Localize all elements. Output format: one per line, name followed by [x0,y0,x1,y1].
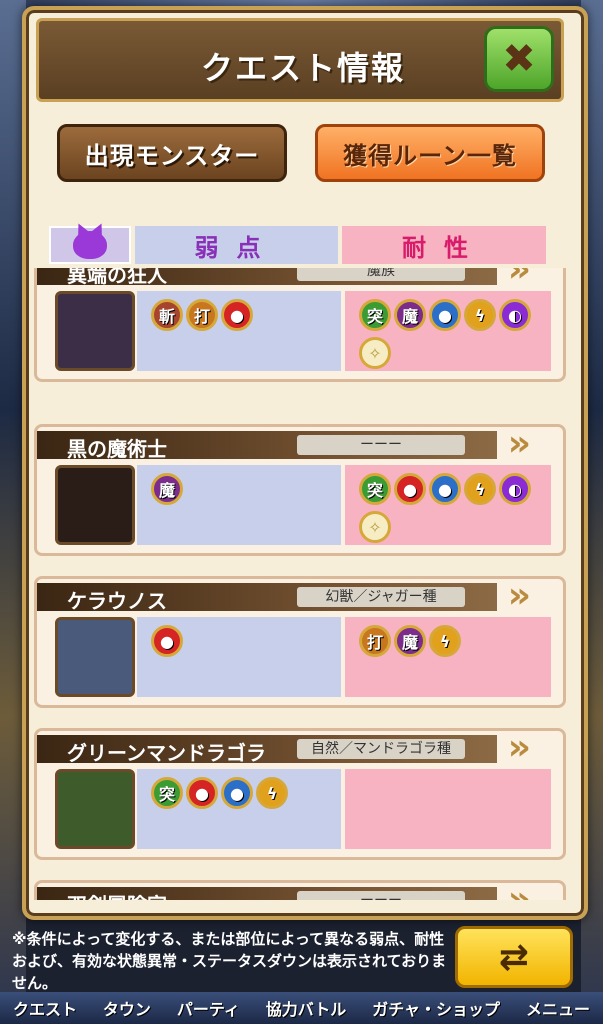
slash-attribute-icon: 斬 [151,299,183,331]
monster-portrait[interactable] [55,291,135,371]
fire-attribute-icon: ● [151,625,183,657]
tab-rune-list[interactable]: 獲得ルーン一覧 [315,124,545,182]
monster-type-badge: 自然／マンドラゴラ種 [297,739,465,759]
nav-item[interactable]: クエスト [13,996,77,1020]
light-attribute-icon: ✧ [359,337,391,369]
dark-attribute-icon: ◐ [499,473,531,505]
monster-name: 双剣冒険家 [67,889,167,900]
fire-attribute-icon: ● [394,473,426,505]
resist-area: 突魔 ● ϟ ◐ ✧ [345,291,551,371]
bottom-navigation: クエスト タウン パーティ 協力バトル ガチャ・ショップ メニュー [0,992,603,1024]
light-attribute-icon: ✧ [359,511,391,543]
monster-card-header: 双剣冒険家 ーーー [37,879,531,900]
dark-attribute-icon: ◐ [499,299,531,331]
resist-area [345,769,551,849]
thunder-attribute-icon: ϟ [464,299,496,331]
monster-type-badge: ーーー [297,891,465,900]
monster-card-header: グリーンマンドラゴラ 自然／マンドラゴラ種 [37,727,531,768]
monster-card-header: 異端の狂人 魔族 [37,268,531,290]
blunt-attribute-icon: 打 [186,299,218,331]
nav-item[interactable]: ガチャ・ショップ [372,996,500,1020]
monster-portrait[interactable] [55,465,135,545]
water-attribute-icon: ● [429,473,461,505]
monster-portrait[interactable] [55,769,135,849]
nav-item[interactable]: タウン [103,996,151,1020]
weak-column-header: 弱点 [135,226,338,264]
footer-note: ※条件によって変化する、または部位によって異なる弱点、耐性および、有効な状態異常… [12,930,447,992]
resist-column-header: 耐性 [342,226,546,264]
swap-button[interactable]: ⇄ [455,926,573,988]
weak-area: ● [137,617,341,697]
monster-card-header: 黒の魔術士 ーーー [37,423,531,464]
fire-attribute-icon: ● [221,299,253,331]
thunder-attribute-icon: ϟ [256,777,288,809]
monster-column-header [49,226,131,264]
weak-area: 突 ● ● ϟ [137,769,341,849]
pierce-attribute-icon: 突 [359,299,391,331]
weak-area: 魔 [137,465,341,545]
devil-icon [73,231,107,259]
magic-attribute-icon: 魔 [151,473,183,505]
close-button[interactable]: ✖ [484,26,554,92]
monster-type-badge: ーーー [297,435,465,455]
nav-item[interactable]: メニュー [526,996,590,1020]
weak-area: 斬打 ● [137,291,341,371]
magic-attribute-icon: 魔 [394,299,426,331]
swap-icon: ⇄ [498,936,530,978]
monster-card-header: ケラウノス 幻獣／ジャガー種 [37,575,531,616]
monster-list[interactable]: 異端の狂人魔族斬打●突魔●ϟ◐✧黒の魔術士ーーー魔突●●ϟ◐✧ケラウノス幻獣／ジ… [34,268,566,900]
resist-area: 打魔ϟ [345,617,551,697]
monster-card[interactable]: 双剣冒険家 ーーー [34,879,566,900]
thunder-attribute-icon: ϟ [429,625,461,657]
monster-name: 黒の魔術士 [67,437,167,461]
monster-card[interactable]: グリーンマンドラゴラ自然／マンドラゴラ種突●●ϟ [34,727,566,860]
monster-name: グリーンマンドラゴラ [67,741,266,765]
magic-attribute-icon: 魔 [394,625,426,657]
nav-item[interactable]: 協力バトル [266,996,346,1020]
monster-name: 異端の狂人 [67,268,167,287]
tab-appearing-monsters[interactable]: 出現モンスター [57,124,287,182]
water-attribute-icon: ● [429,299,461,331]
pierce-attribute-icon: 突 [151,777,183,809]
blunt-attribute-icon: 打 [359,625,391,657]
thunder-attribute-icon: ϟ [464,473,496,505]
pierce-attribute-icon: 突 [359,473,391,505]
close-icon: ✖ [502,36,536,82]
monster-type-badge: 幻獣／ジャガー種 [297,587,465,607]
monster-portrait[interactable] [55,617,135,697]
monster-card[interactable]: ケラウノス 幻獣／ジャガー種 ● 打魔ϟ [34,575,566,708]
water-attribute-icon: ● [221,777,253,809]
fire-attribute-icon: ● [186,777,218,809]
resist-area: 突 ● ● ϟ ◐ ✧ [345,465,551,545]
monster-name: ケラウノス [67,589,167,613]
monster-card[interactable]: 異端の狂人魔族斬打●突魔●ϟ◐✧ [34,268,566,382]
nav-item[interactable]: パーティ [177,996,240,1020]
monster-card[interactable]: 黒の魔術士ーーー魔突●●ϟ◐✧ [34,423,566,556]
monster-type-badge: 魔族 [297,268,465,281]
